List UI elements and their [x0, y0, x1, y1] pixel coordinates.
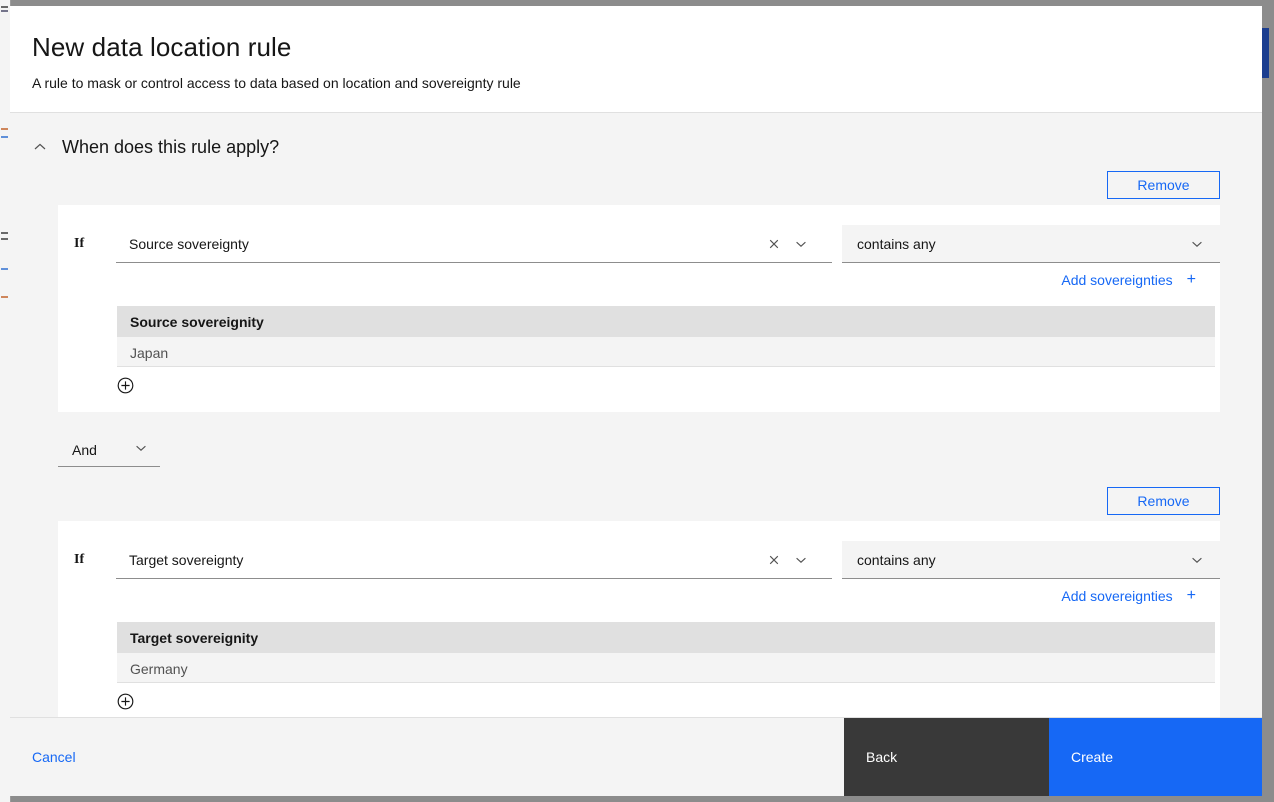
plus-circle-icon[interactable] — [117, 377, 134, 394]
chevron-down-icon — [1190, 237, 1220, 251]
background-artifact — [1, 232, 8, 234]
background-artifact — [1, 6, 8, 8]
operator-select[interactable]: contains any — [842, 225, 1220, 264]
chevron-down-icon[interactable] — [794, 237, 808, 251]
close-icon[interactable] — [767, 237, 781, 251]
cancel-button[interactable]: Cancel — [32, 749, 76, 765]
scrollbar-track[interactable] — [1262, 6, 1272, 796]
add-table-row-wrapper — [117, 693, 1208, 710]
remove-condition-button[interactable]: Remove — [1107, 171, 1220, 200]
plus-icon: + — [1186, 271, 1196, 289]
operator-select-value: contains any — [857, 235, 936, 252]
background-artifact — [1, 296, 8, 298]
attribute-field[interactable]: Source sovereignty — [116, 225, 832, 264]
remove-condition-row: Remove — [58, 171, 1220, 200]
table-row[interactable]: Germany — [117, 653, 1215, 684]
add-sovereignties-row: Add sovereignties + — [58, 587, 1208, 605]
condition-card: If Source sovereignty contains any Add s… — [58, 205, 1220, 413]
create-button[interactable]: Create — [1049, 718, 1262, 796]
add-sovereignties-label: Add sovereignties — [1061, 272, 1173, 289]
attribute-field-icons — [767, 237, 832, 251]
add-sovereignties-row: Add sovereignties + — [58, 271, 1208, 289]
footer-left: Cancel — [10, 718, 844, 796]
background-artifact — [1, 268, 8, 270]
plus-circle-icon[interactable] — [117, 693, 134, 710]
condition-card: If Target sovereignty contains any Add s… — [58, 521, 1220, 717]
add-sovereignties-label: Add sovereignties — [1061, 588, 1173, 605]
sovereignties-table: Target sovereignity Germany — [117, 622, 1215, 684]
section-header: When does this rule apply? — [10, 113, 1262, 157]
attribute-field-icons — [767, 553, 832, 567]
table-column-header: Target sovereignity — [117, 622, 1215, 654]
if-label: If — [74, 552, 85, 568]
conditions-list: Remove If Source sovereignty contains an… — [10, 171, 1262, 717]
chevron-down-icon — [1190, 553, 1220, 567]
chevron-down-icon[interactable] — [794, 553, 808, 567]
operator-select[interactable]: contains any — [842, 541, 1220, 580]
operator-select-value: contains any — [857, 551, 936, 568]
remove-condition-row: Remove — [58, 487, 1220, 516]
condition-row: If Source sovereignty contains any — [58, 225, 1220, 264]
close-icon[interactable] — [767, 553, 781, 567]
add-sovereignties-button[interactable]: Add sovereignties + — [1061, 271, 1196, 289]
modal-footer: Cancel Back Create — [10, 717, 1262, 796]
table-column-header: Source sovereignity — [117, 306, 1215, 338]
attribute-field-value: Target sovereignty — [129, 551, 244, 568]
section-title: When does this rule apply? — [62, 136, 280, 157]
background-artifact — [1, 238, 8, 240]
back-button[interactable]: Back — [844, 718, 1049, 796]
connector-select[interactable]: And — [58, 434, 160, 468]
new-data-location-rule-modal: New data location rule A rule to mask or… — [10, 6, 1262, 796]
sovereignties-table: Source sovereignity Japan — [117, 306, 1215, 368]
add-sovereignties-button[interactable]: Add sovereignties + — [1061, 587, 1196, 605]
attribute-field[interactable]: Target sovereignty — [116, 541, 832, 580]
page-subtitle: A rule to mask or control access to data… — [32, 75, 521, 92]
if-label: If — [74, 236, 85, 252]
chevron-up-icon[interactable] — [32, 139, 48, 155]
connector-select-value: And — [72, 442, 97, 459]
condition-connector: And — [58, 434, 160, 468]
scrollbar-thumb[interactable] — [1262, 28, 1269, 78]
background-artifact — [1, 128, 8, 130]
background-artifact — [1, 136, 8, 138]
remove-condition-button[interactable]: Remove — [1107, 487, 1220, 516]
modal-header: New data location rule A rule to mask or… — [10, 6, 1262, 114]
background-artifact — [1, 10, 8, 12]
attribute-field-value: Source sovereignty — [129, 235, 249, 252]
modal-body: When does this rule apply? Remove If Sou… — [10, 113, 1262, 717]
condition-row: If Target sovereignty contains any — [58, 541, 1220, 580]
add-table-row-wrapper — [117, 377, 1208, 394]
page-title: New data location rule — [32, 32, 292, 62]
chevron-down-icon — [134, 441, 148, 460]
plus-icon: + — [1186, 587, 1196, 605]
table-row[interactable]: Japan — [117, 337, 1215, 368]
